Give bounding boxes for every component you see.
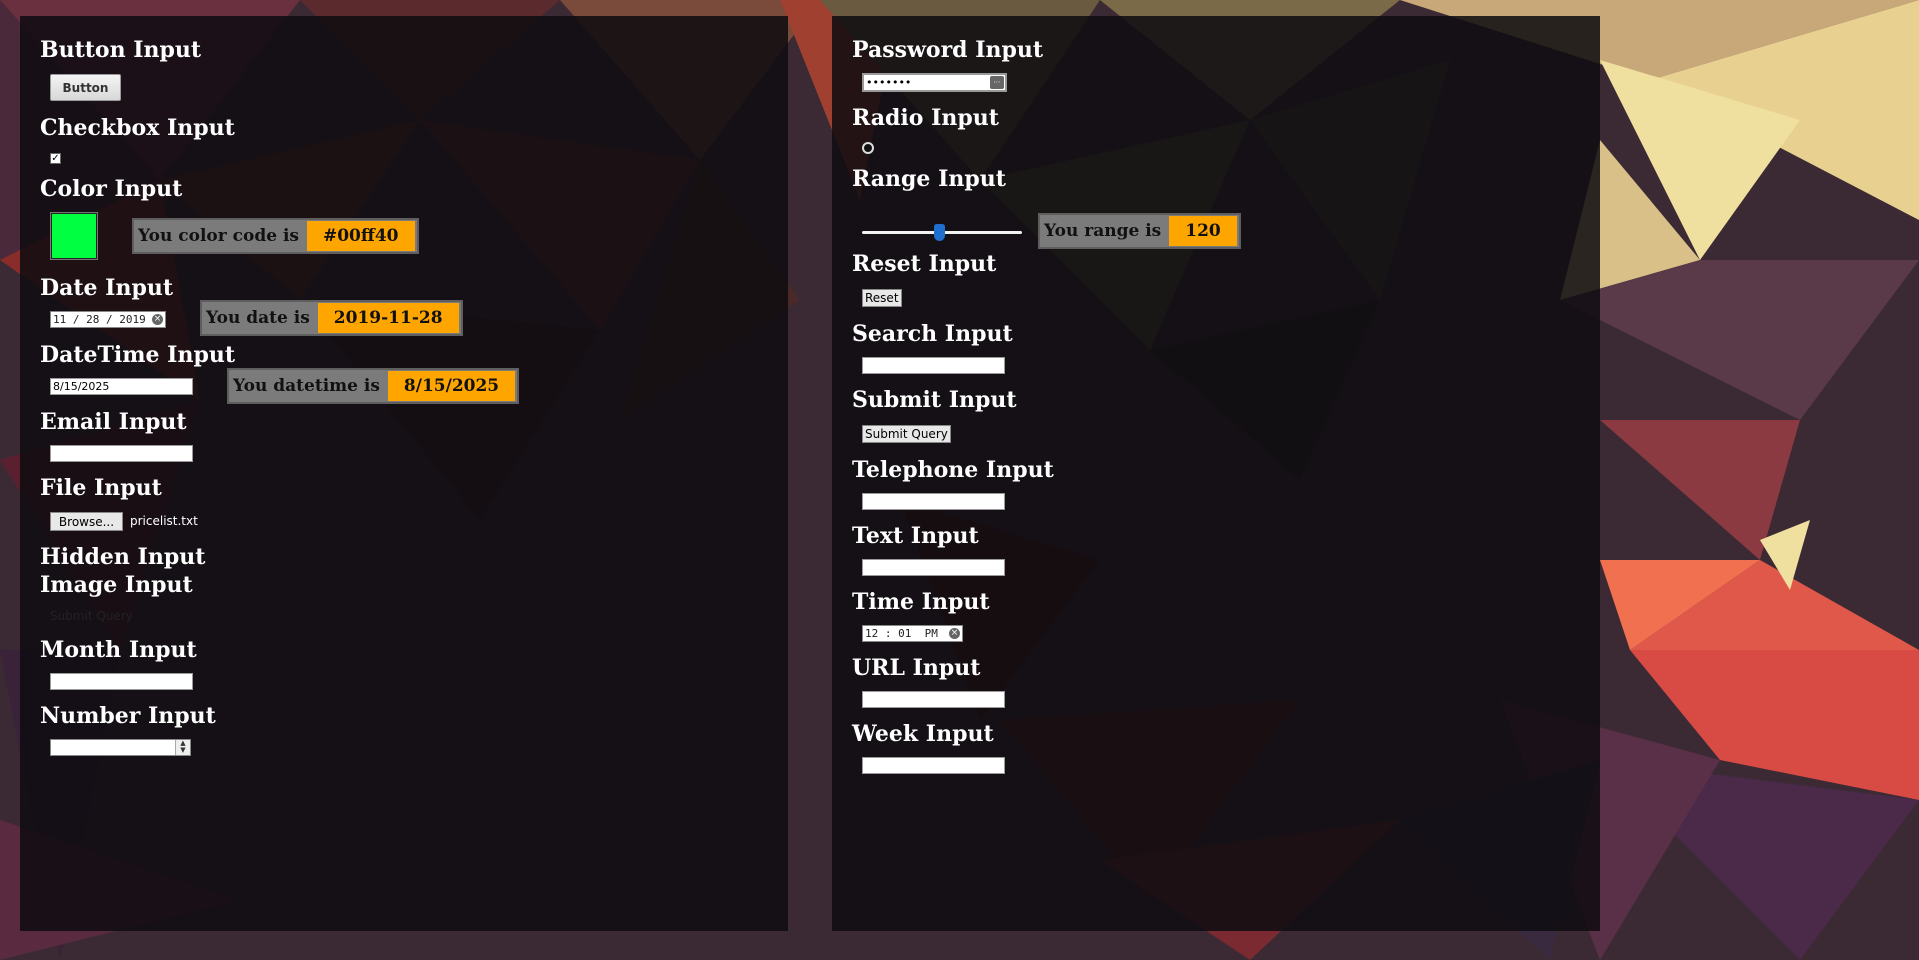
date-result-value: 2019-11-28	[317, 303, 459, 333]
check-icon: ✓	[51, 153, 60, 164]
search-input-heading: Search Input	[852, 321, 1013, 347]
text-input-heading: Text Input	[852, 523, 979, 549]
week-input-heading: Week Input	[852, 721, 994, 747]
left-panel: Button Input Button Checkbox Input ✓ Col…	[20, 16, 788, 931]
checkbox-input[interactable]: ✓	[50, 153, 61, 164]
time-input[interactable]: 12 : 01 PM ×	[862, 625, 963, 642]
range-input-heading: Range Input	[852, 166, 1006, 192]
datetime-input[interactable]: 8/15/2025	[50, 378, 193, 395]
search-input[interactable]	[862, 357, 1005, 374]
url-input[interactable]	[862, 691, 1005, 708]
clear-icon[interactable]: ×	[949, 628, 960, 639]
telephone-input[interactable]	[862, 493, 1005, 510]
range-thumb[interactable]	[933, 224, 945, 241]
telephone-input-heading: Telephone Input	[852, 457, 1054, 483]
color-result-label: You color code is	[138, 226, 299, 246]
range-result-box: You range is 120	[1038, 213, 1241, 249]
color-result-value: #00ff40	[306, 221, 415, 251]
file-input-heading: File Input	[40, 475, 162, 501]
reset-button[interactable]: Reset	[862, 289, 902, 307]
file-browse-button[interactable]: Browse...	[50, 512, 123, 531]
password-value: •••••••	[866, 76, 912, 89]
range-result-label: You range is	[1044, 221, 1162, 241]
date-result-box: You date is 2019-11-28	[200, 300, 463, 336]
datetime-result-label: You datetime is	[233, 376, 380, 396]
range-result-value: 120	[1169, 216, 1237, 246]
hidden-input-heading: Hidden Input	[40, 544, 206, 570]
clear-icon[interactable]: ×	[152, 314, 163, 325]
radio-input-heading: Radio Input	[852, 105, 999, 131]
datetime-input-heading: DateTime Input	[40, 342, 235, 368]
text-input[interactable]	[862, 559, 1005, 576]
keyboard-icon[interactable]: ⋯	[990, 76, 1004, 89]
number-input-heading: Number Input	[40, 703, 216, 729]
week-input[interactable]	[862, 757, 1005, 774]
time-input-value: 12 : 01 PM	[865, 627, 938, 640]
month-input-heading: Month Input	[40, 637, 197, 663]
password-input-heading: Password Input	[852, 37, 1044, 63]
button-input[interactable]: Button	[50, 74, 121, 101]
reset-input-heading: Reset Input	[852, 251, 997, 277]
password-input[interactable]: ••••••• ⋯	[862, 73, 1007, 92]
number-input[interactable]: ▲ ▼	[50, 739, 191, 756]
right-panel: Password Input ••••••• ⋯ Radio Input Ran…	[832, 16, 1600, 931]
spinner-icon[interactable]: ▲ ▼	[175, 740, 190, 755]
file-name: pricelist.txt	[130, 514, 198, 528]
button-input-heading: Button Input	[40, 37, 202, 63]
image-input[interactable]: Submit Query	[50, 609, 133, 623]
radio-input[interactable]	[862, 142, 874, 154]
date-input-value: 11 / 28 / 2019	[53, 313, 146, 326]
email-input-heading: Email Input	[40, 409, 187, 435]
date-input-heading: Date Input	[40, 275, 173, 301]
email-input[interactable]	[50, 445, 193, 462]
range-input[interactable]	[862, 222, 1022, 242]
month-input[interactable]	[50, 673, 193, 690]
url-input-heading: URL Input	[852, 655, 981, 681]
checkbox-input-heading: Checkbox Input	[40, 115, 235, 141]
submit-button[interactable]: Submit Query	[862, 425, 951, 443]
color-input-swatch[interactable]	[50, 212, 98, 260]
date-result-label: You date is	[206, 308, 310, 328]
color-result-box: You color code is #00ff40	[132, 218, 419, 254]
time-input-heading: Time Input	[852, 589, 990, 615]
date-input[interactable]: 11 / 28 / 2019 ×	[50, 311, 166, 328]
datetime-result-box: You datetime is 8/15/2025	[227, 368, 520, 404]
image-input-heading: Image Input	[40, 572, 193, 598]
datetime-result-value: 8/15/2025	[387, 371, 516, 401]
submit-input-heading: Submit Input	[852, 387, 1017, 413]
color-input-heading: Color Input	[40, 176, 183, 202]
